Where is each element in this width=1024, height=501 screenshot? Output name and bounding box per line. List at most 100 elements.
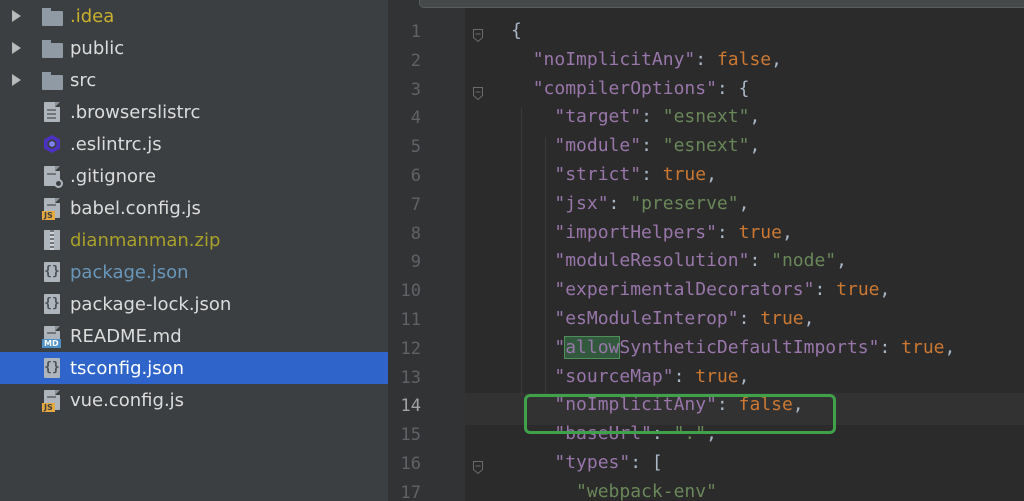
annotation-highlight-box	[524, 394, 836, 434]
expand-arrow-icon[interactable]	[12, 42, 21, 54]
tree-item-public[interactable]: public	[0, 32, 388, 64]
tree-item-babel-config-js[interactable]: JS babel.config.js	[0, 192, 388, 224]
tree-item-label: package.json	[70, 261, 189, 283]
tree-item-label: vue.config.js	[70, 389, 185, 411]
tree-item-label: src	[70, 69, 97, 91]
code-line[interactable]: "importHelpers": true,	[511, 221, 792, 243]
json-file-icon: {}	[42, 293, 62, 315]
code-token: "preserve"	[630, 192, 739, 214]
line-number: 11	[400, 310, 421, 330]
code-line[interactable]: "sourceMap": true,	[511, 366, 749, 387]
tree-item-readme-md[interactable]: MD README.md	[0, 320, 388, 352]
code-line[interactable]: "strict": true,	[511, 164, 717, 185]
code-token: "experimentalDecorators"	[554, 279, 815, 301]
code-token: :	[814, 279, 837, 301]
fold-marker-icon[interactable]	[473, 85, 483, 100]
fold-marker-icon[interactable]	[473, 459, 483, 475]
code-token: :	[695, 48, 717, 70]
code-token: "types"	[554, 452, 631, 473]
line-number: 12	[400, 338, 421, 359]
tree-item-idea[interactable]: .idea	[0, 0, 388, 32]
code-token: SyntheticDefaultImports"	[619, 336, 880, 358]
code-token: : [	[630, 452, 663, 473]
tree-item-tsconfig-json[interactable]: {} tsconfig.json	[0, 352, 388, 384]
tree-item-label: public	[70, 37, 125, 59]
code-token: "esModuleInterop"	[554, 308, 739, 329]
js-file-icon: JS	[42, 197, 62, 220]
tree-item-label: babel.config.js	[70, 197, 201, 219]
code-token: true	[662, 164, 707, 185]
code-token: ,	[749, 106, 761, 128]
code-token: "	[554, 336, 566, 358]
code-token: :	[749, 250, 772, 272]
fold-column	[465, 0, 493, 501]
code-token: :	[641, 164, 663, 185]
folder-icon	[42, 5, 63, 27]
json-file-icon: {}	[42, 261, 62, 283]
tree-item-eslintrc-js[interactable]: .eslintrc.js	[0, 128, 388, 160]
code-line[interactable]: {	[511, 20, 522, 41]
code-line[interactable]: "compilerOptions": {	[511, 77, 750, 99]
code-token: "compilerOptions"	[532, 77, 717, 99]
tree-item-dianmanman-zip[interactable]: dianmanman.zip	[0, 224, 388, 256]
tree-item-vue-config-js[interactable]: JS vue.config.js	[0, 384, 388, 416]
code-line[interactable]: "webpack-env"	[511, 481, 717, 501]
eslint-icon	[42, 133, 62, 155]
zip-file-icon	[42, 229, 62, 251]
code-token: "noImplicitAny"	[532, 48, 696, 70]
code-line[interactable]: "experimentalDecorators": true,	[511, 279, 890, 300]
code-token: :	[608, 192, 631, 214]
code-token: ,	[944, 336, 956, 358]
line-number: 1	[410, 22, 421, 42]
code-token: true	[836, 279, 880, 301]
line-number-gutter: 1 2 3 4 5 6 7 8 9 10 11 12 13 14 15 16 17	[389, 0, 466, 501]
code-line[interactable]: "moduleResolution": "node",	[511, 250, 847, 271]
line-number: 15	[400, 425, 421, 446]
code-token: :	[641, 135, 663, 157]
project-tree: .idea public src .browserslistrc .eslintrc.j…	[0, 0, 389, 501]
line-number: 3	[410, 79, 421, 100]
search-field-edge[interactable]	[419, 0, 1024, 8]
code-token: "jsx"	[554, 192, 609, 214]
code-line[interactable]: "module": "esnext",	[511, 135, 760, 156]
tree-item-package-json[interactable]: {} package.json	[0, 256, 388, 288]
code-line[interactable]: "noImplicitAny": false,	[511, 49, 782, 70]
line-number: 14	[400, 396, 421, 417]
code-token: true	[738, 221, 782, 243]
tree-item-label: tsconfig.json	[70, 357, 185, 379]
tree-item-gitignore[interactable]: .gitignore	[0, 160, 388, 192]
code-token: :	[673, 365, 696, 387]
line-number: 9	[410, 252, 421, 273]
code-token: "webpack-env"	[576, 480, 717, 501]
code-line[interactable]: "target": "esnext",	[511, 106, 760, 127]
code-line[interactable]: "jsx": "preserve",	[511, 193, 749, 214]
tree-item-package-lock-json[interactable]: {} package-lock.json	[0, 288, 388, 320]
line-number: 4	[410, 108, 421, 129]
tree-item-label: .eslintrc.js	[70, 133, 162, 155]
expand-arrow-icon[interactable]	[12, 74, 21, 86]
indent-guide	[521, 108, 522, 397]
line-number: 16	[400, 454, 421, 474]
code-line[interactable]: "allowSyntheticDefaultImports": true,	[511, 335, 956, 359]
code-line[interactable]: "esModuleInterop": true,	[511, 308, 814, 329]
line-number: 2	[410, 50, 421, 71]
code-token: ,	[879, 279, 891, 301]
code-token: :	[879, 336, 902, 358]
tree-item-src[interactable]: src	[0, 64, 388, 96]
expand-arrow-icon[interactable]	[12, 10, 21, 22]
line-number: 17	[400, 482, 421, 501]
fold-marker-icon[interactable]	[473, 27, 483, 43]
code-token: :	[716, 221, 739, 243]
code-token: "sourceMap"	[554, 365, 674, 387]
code-line[interactable]: "types": [	[511, 452, 663, 473]
tree-item-browserslistrc[interactable]: .browserslistrc	[0, 96, 388, 128]
